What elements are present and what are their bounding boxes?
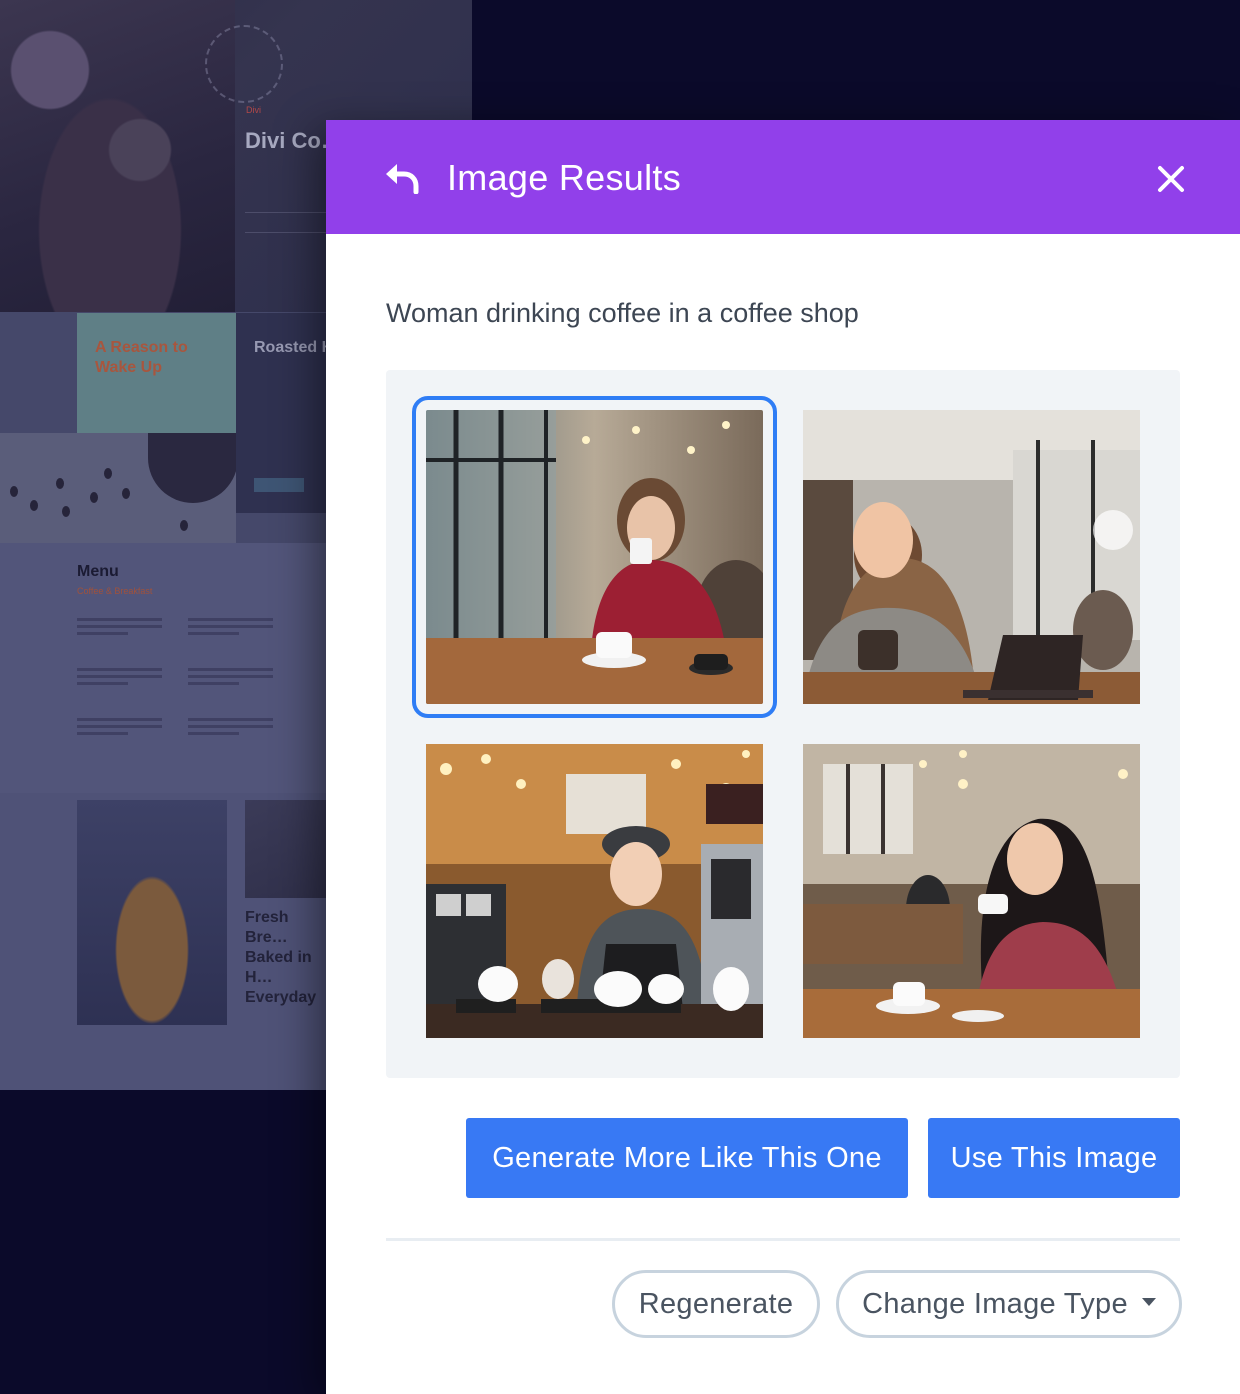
bg-menu-column	[188, 718, 273, 739]
bg-learn-more-button	[254, 478, 304, 492]
bg-bean	[104, 468, 112, 479]
image-result-4[interactable]	[803, 744, 1140, 1038]
regenerate-button[interactable]: Regenerate	[612, 1270, 820, 1338]
bg-bean	[90, 492, 98, 503]
bg-bean	[62, 506, 70, 517]
bg-bread-photo	[77, 800, 227, 1025]
bg-bean	[122, 488, 130, 499]
image-result-3[interactable]	[426, 744, 763, 1038]
use-image-button[interactable]: Use This Image	[928, 1118, 1180, 1198]
prompt-text: Woman drinking coffee in a coffee shop	[386, 298, 859, 328]
image-result-2[interactable]	[803, 410, 1140, 704]
bg-menu-column	[188, 618, 273, 639]
bg-coffee-stamp-logo	[205, 25, 283, 103]
generate-more-button[interactable]: Generate More Like This One	[466, 1118, 908, 1198]
bg-bean	[30, 500, 38, 511]
undo-arrow-icon[interactable]	[384, 162, 420, 195]
bg-bean	[56, 478, 64, 489]
bg-menu-title: Menu	[77, 563, 119, 580]
bg-divider	[245, 212, 335, 213]
bg-hero-photo	[0, 0, 235, 312]
bg-menu-column	[188, 668, 273, 689]
divider	[386, 1238, 1180, 1241]
change-image-type-label: Change Image Type	[862, 1288, 1128, 1320]
bg-menu-column	[77, 668, 162, 689]
bg-bakery-heading: Fresh Bre… Baked in H… Everyday	[245, 909, 317, 1006]
bg-hero-label: Divi	[246, 105, 261, 115]
image-grid	[386, 370, 1180, 1078]
bg-menu-column	[77, 618, 162, 639]
caret-down-icon	[1141, 1298, 1156, 1307]
change-image-type-dropdown[interactable]: Change Image Type	[836, 1270, 1182, 1338]
image-result-1[interactable]	[412, 396, 777, 718]
modal-title: Image Results	[447, 157, 681, 198]
bg-divider	[245, 232, 335, 233]
image-results-modal: Image Results Woman drinking coffee in a…	[326, 120, 1240, 1394]
modal-header: Image Results	[326, 120, 1240, 234]
bg-bean	[10, 486, 18, 497]
close-icon[interactable]	[1156, 164, 1186, 194]
bg-menu-column	[77, 718, 162, 739]
bg-bean	[180, 520, 188, 531]
bg-section-heading: A Reason to Wake Up	[95, 339, 188, 376]
bg-menu-subtitle: Coffee & Breakfast	[77, 586, 153, 596]
